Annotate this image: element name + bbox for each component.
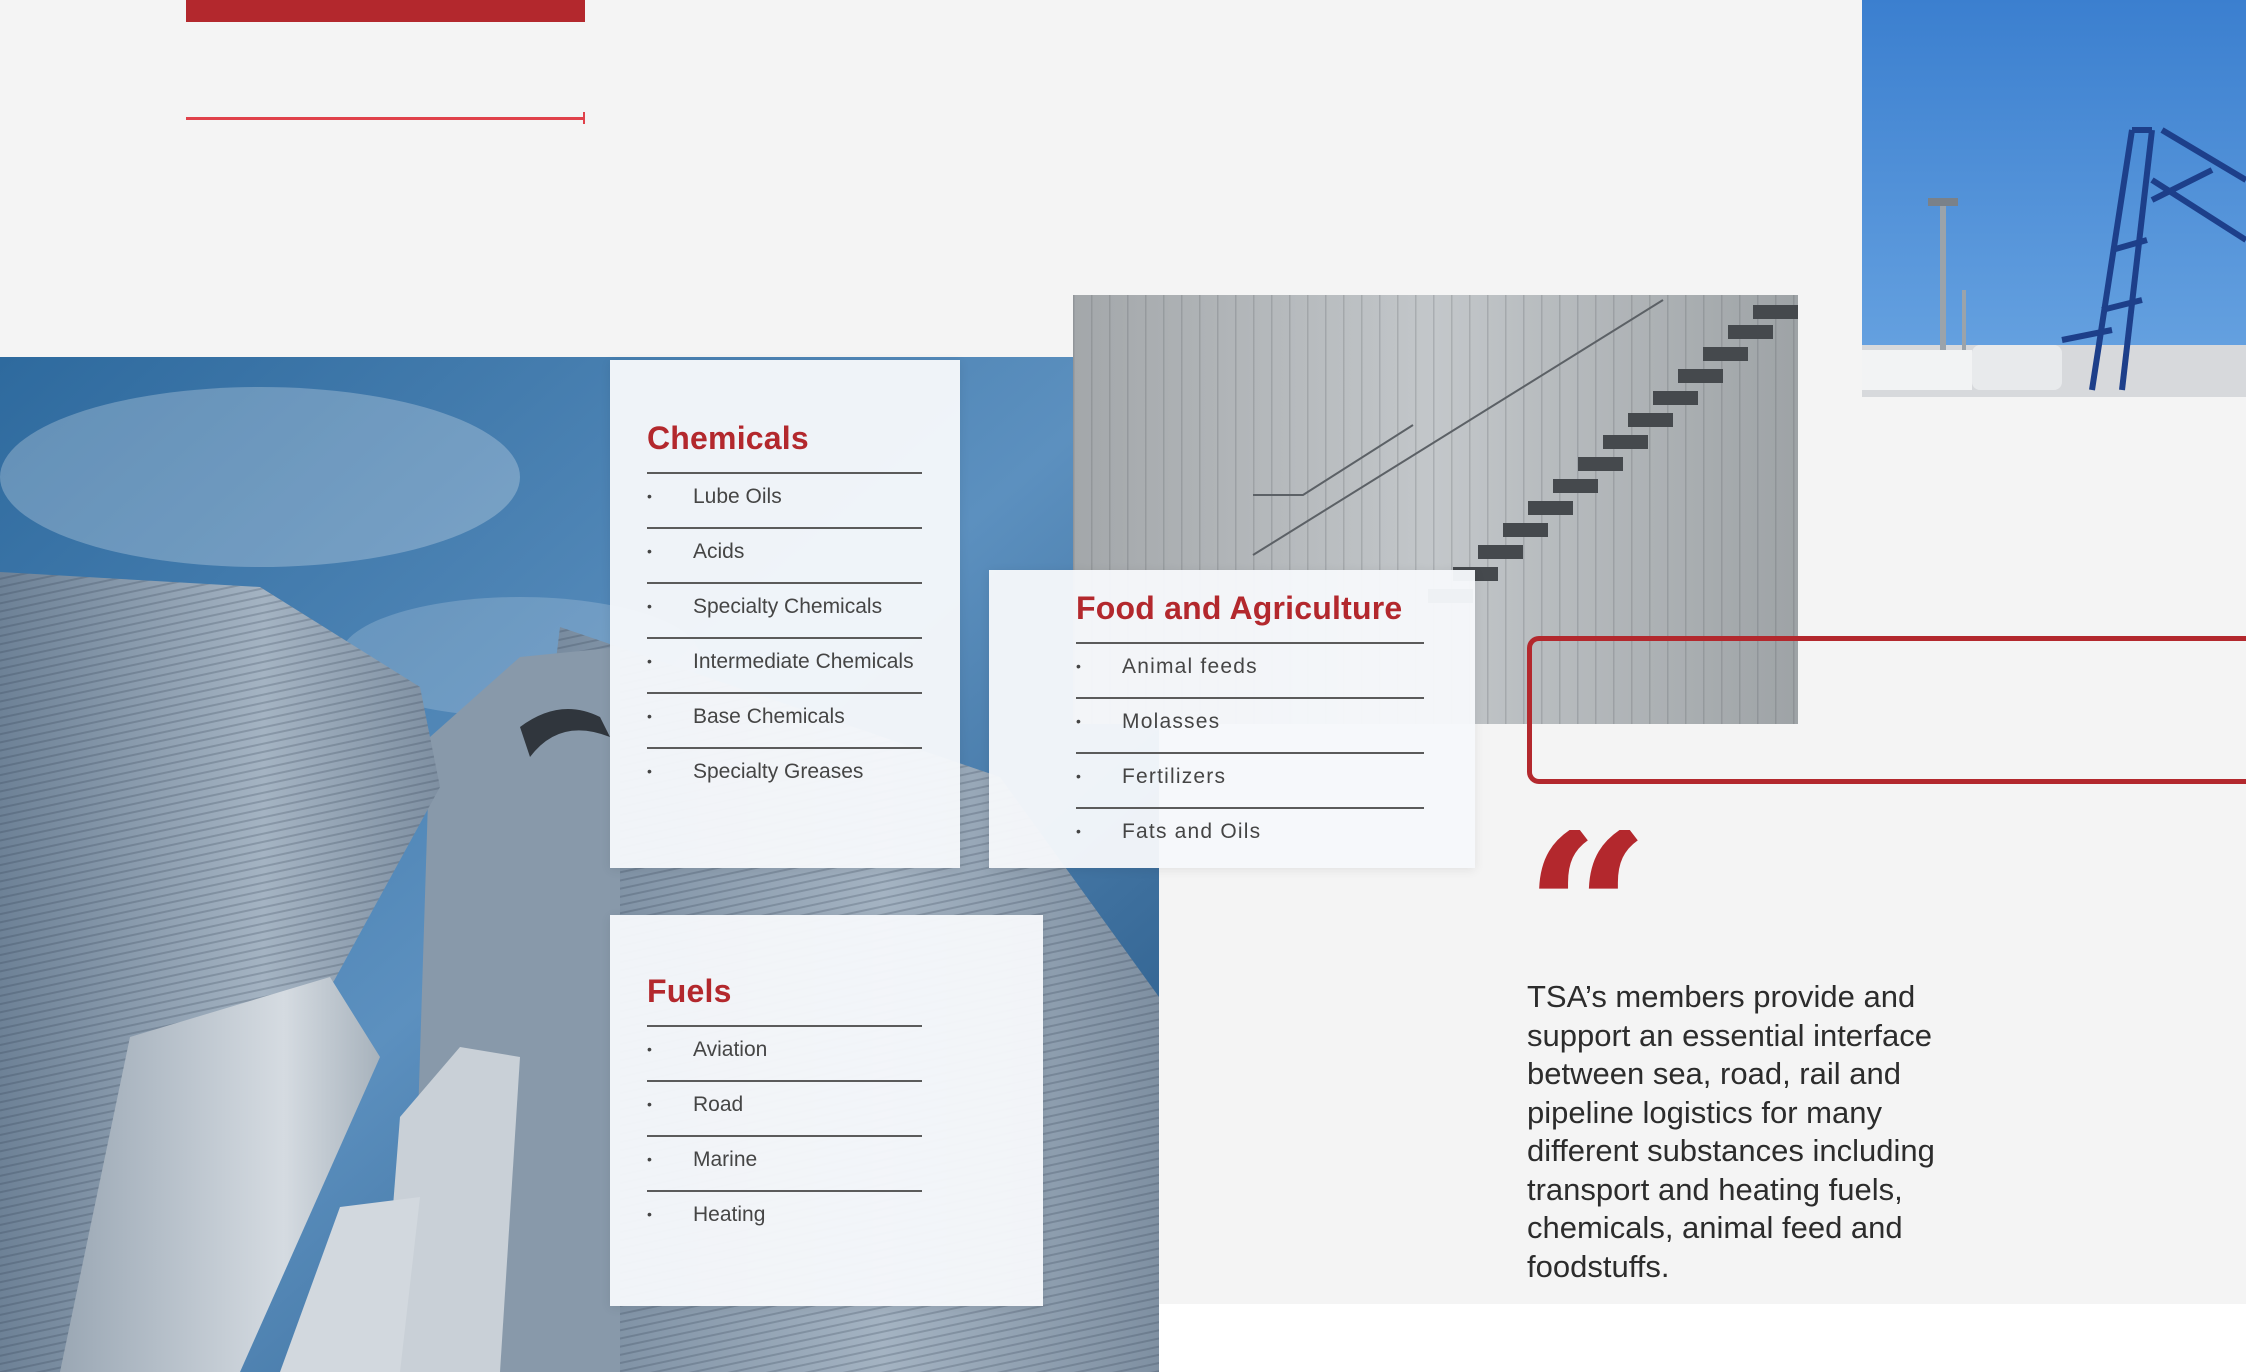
- list-item: Fats and Oils: [1076, 807, 1424, 862]
- chemicals-title: Chemicals: [647, 420, 809, 456]
- quote-text: TSA’s members provide and support an ess…: [1527, 979, 1935, 1284]
- list-item: Intermediate Chemicals: [647, 637, 922, 692]
- chemicals-card: Chemicals Lube Oils Acids Specialty Chem…: [610, 360, 960, 868]
- list-item: Molasses: [1076, 697, 1424, 752]
- food-agriculture-card: Food and Agriculture Animal feeds Molass…: [989, 570, 1475, 868]
- list-item: Fertilizers: [1076, 752, 1424, 807]
- list-item: Base Chemicals: [647, 692, 922, 747]
- list-item: Heating: [647, 1190, 922, 1245]
- list-item: Acids: [647, 527, 922, 582]
- food-agriculture-title: Food and Agriculture: [1076, 590, 1403, 626]
- chemicals-list: Lube Oils Acids Specialty Chemicals Inte…: [647, 472, 922, 802]
- fuels-title: Fuels: [647, 973, 732, 1009]
- list-item: Road: [647, 1080, 922, 1135]
- fuels-list: Aviation Road Marine Heating: [647, 1025, 922, 1245]
- accent-line: [186, 112, 585, 124]
- list-item: Animal feeds: [1076, 642, 1424, 697]
- decorative-red-frame: [1527, 636, 2246, 784]
- list-item: Specialty Greases: [647, 747, 922, 802]
- list-item: Aviation: [647, 1025, 922, 1080]
- list-item: Marine: [647, 1135, 922, 1190]
- list-item: Lube Oils: [647, 472, 922, 527]
- food-agriculture-list: Animal feeds Molasses Fertilizers Fats a…: [1076, 642, 1424, 862]
- quote-mark-icon: “: [1524, 830, 1651, 940]
- accent-bar: [186, 0, 585, 22]
- loading-crane-photo: [1862, 0, 2246, 397]
- fuels-card: Fuels Aviation Road Marine Heating: [610, 915, 1043, 1306]
- list-item: Specialty Chemicals: [647, 582, 922, 637]
